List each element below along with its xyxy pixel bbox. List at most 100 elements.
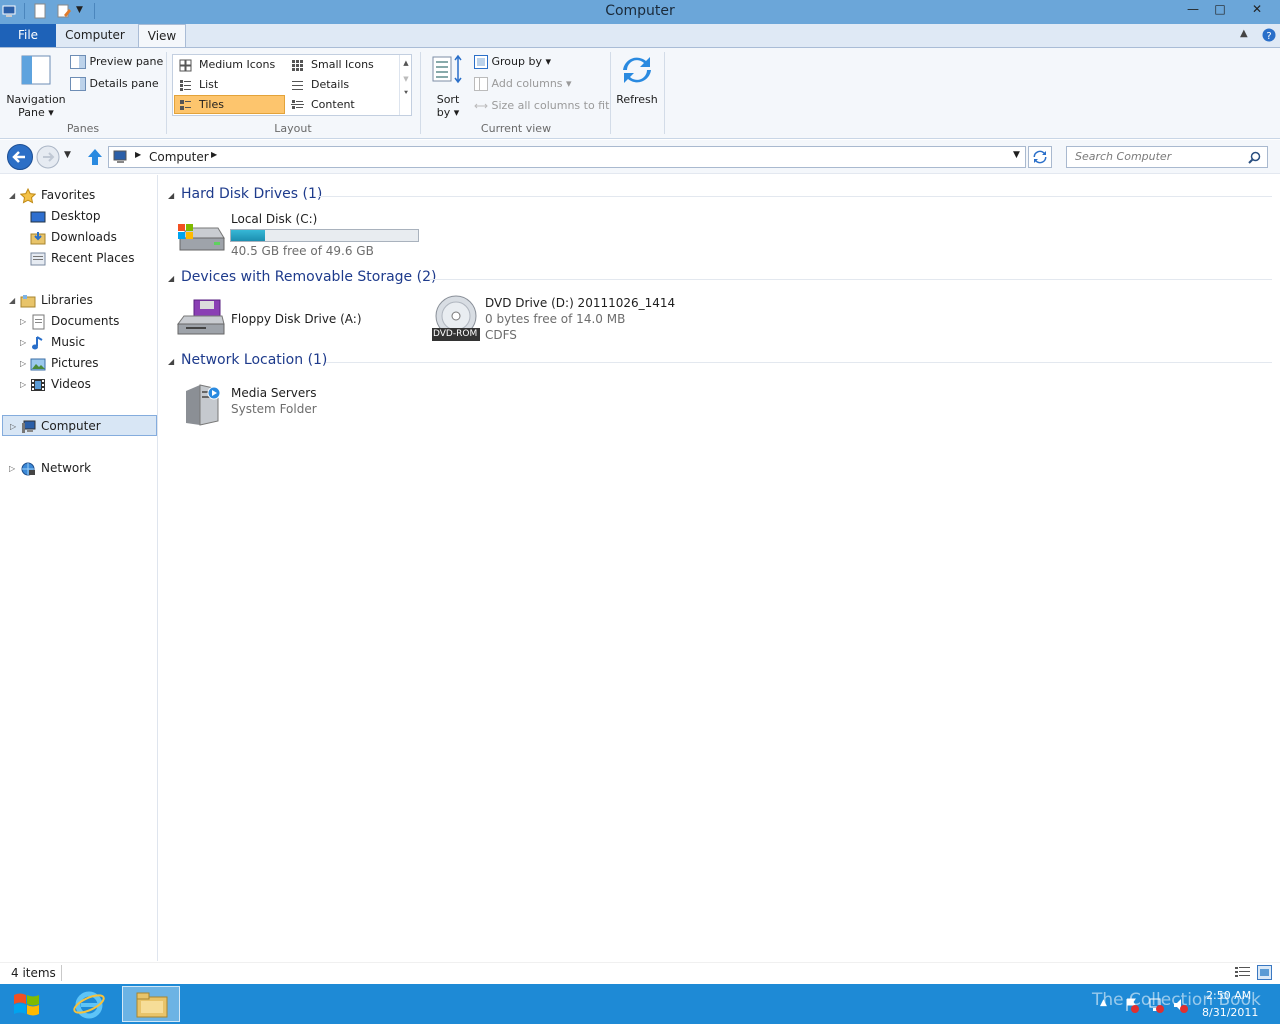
nav-pictures[interactable]: ▷ Pictures: [0, 353, 156, 374]
expand-arrow-icon[interactable]: ▷: [20, 374, 26, 395]
network-tray-icon[interactable]: [1148, 997, 1164, 1013]
nav-desktop[interactable]: Desktop: [0, 206, 156, 227]
drive-tile-floppy[interactable]: Floppy Disk Drive (A:): [176, 294, 426, 342]
group-header-label: Network Location (1): [181, 352, 328, 368]
folder-type: System Folder: [231, 402, 317, 416]
title-bar: ▼ Computer — □ ✕: [0, 0, 1280, 24]
nav-music[interactable]: ▷ Music: [0, 332, 156, 353]
layout-list[interactable]: List: [175, 76, 285, 95]
breadcrumb-chevron-icon[interactable]: ▶: [211, 150, 217, 159]
tab-file[interactable]: File: [0, 24, 56, 47]
address-refresh-button[interactable]: [1028, 146, 1052, 168]
tab-computer[interactable]: Computer: [60, 24, 130, 48]
layout-tiles[interactable]: Tiles: [174, 95, 285, 114]
up-arrow-icon[interactable]: [86, 147, 104, 167]
internet-explorer-icon[interactable]: [72, 988, 106, 1020]
scroll-up-icon[interactable]: ▲: [400, 59, 412, 67]
details-pane-icon: [70, 77, 86, 91]
drive-name: Local Disk (C:): [231, 212, 318, 226]
folder-tile-media-servers[interactable]: Media Servers System Folder: [176, 377, 426, 427]
dvd-rom-badge: DVD-ROM: [433, 329, 478, 339]
nav-documents[interactable]: ▷ Documents: [0, 311, 156, 332]
taskbar: The Collection Book ▲ 2:50 AM 8/31/2011: [0, 984, 1280, 1024]
item-count: 4 items: [11, 966, 56, 980]
details-view-icon[interactable]: [1235, 966, 1250, 979]
gallery-expand-icon[interactable]: ⯆: [400, 89, 412, 98]
volume-icon[interactable]: [1172, 997, 1188, 1013]
drive-tile-dvd[interactable]: DVD-ROM DVD Drive (D:) 20111026_1414 0 b…: [430, 294, 680, 342]
collapse-arrow-icon[interactable]: ◢: [9, 290, 15, 311]
nav-network[interactable]: ▷ Network: [0, 458, 156, 479]
nav-computer-label: Computer: [41, 419, 101, 433]
search-icon[interactable]: [1248, 151, 1261, 164]
collapse-group-icon[interactable]: ◢: [168, 357, 174, 366]
close-button[interactable]: ✕: [1234, 0, 1280, 20]
layout-content[interactable]: Content: [287, 96, 397, 115]
forward-button[interactable]: [36, 145, 60, 169]
breadcrumb-computer[interactable]: Computer: [149, 150, 209, 164]
nav-recent-places[interactable]: Recent Places: [0, 248, 156, 269]
expand-arrow-icon[interactable]: ▷: [20, 332, 26, 353]
clock-date[interactable]: 8/31/2011: [1202, 1006, 1258, 1019]
floppy-drive-icon: [177, 299, 225, 335]
action-center-icon[interactable]: [1124, 997, 1140, 1013]
layout-details[interactable]: Details: [287, 76, 397, 95]
show-hidden-icons-icon[interactable]: ▲: [1100, 998, 1107, 1008]
tab-view[interactable]: View: [138, 24, 186, 48]
svg-text:?: ?: [1266, 31, 1271, 42]
details-pane-button[interactable]: Details pane: [70, 77, 159, 91]
expand-arrow-icon[interactable]: ▷: [9, 458, 15, 479]
sort-label-2: by ▾: [436, 106, 460, 119]
minimize-button[interactable]: —: [1180, 0, 1206, 20]
add-columns-button[interactable]: Add columns ▾: [474, 77, 572, 91]
large-icons-view-icon[interactable]: [1257, 965, 1272, 980]
layout-medium-icons[interactable]: Medium Icons: [175, 56, 285, 75]
file-explorer-icon: [136, 992, 168, 1018]
group-header-network-location[interactable]: ◢ Network Location (1): [168, 352, 1272, 372]
drive-tile-local-disk[interactable]: Local Disk (C:) 40.5 GB free of 49.6 GB: [176, 210, 426, 260]
current-view-group-label: Current view: [480, 122, 552, 135]
group-header-removable-storage[interactable]: ◢ Devices with Removable Storage (2): [168, 269, 1272, 289]
refresh-button[interactable]: Refresh: [614, 54, 660, 118]
libraries-icon: [20, 295, 36, 308]
expand-arrow-icon[interactable]: ▷: [20, 311, 26, 332]
layout-small-icons[interactable]: Small Icons: [287, 56, 397, 75]
back-button[interactable]: [6, 143, 34, 171]
expand-arrow-icon[interactable]: ▷: [20, 353, 26, 374]
navigation-pane-button[interactable]: Navigation Pane ▾: [6, 54, 66, 119]
size-columns-button[interactable]: Size all columns to fit: [474, 99, 609, 113]
size-columns-label: Size all columns to fit: [491, 99, 610, 112]
sort-by-button[interactable]: Sort by ▾: [430, 54, 466, 119]
search-input[interactable]: Search Computer: [1066, 146, 1268, 168]
collapse-group-icon[interactable]: ◢: [168, 274, 174, 283]
layout-content-label: Content: [311, 98, 355, 111]
close-icon: ✕: [1251, 2, 1263, 16]
group-header-hard-disk-drives[interactable]: ◢ Hard Disk Drives (1): [168, 186, 1272, 206]
navigation-pane: ◢ Favorites Desktop Downloads Recent Pla…: [0, 175, 158, 961]
nav-downloads[interactable]: Downloads: [0, 227, 156, 248]
music-icon: [32, 336, 43, 350]
collapse-arrow-icon[interactable]: ◢: [9, 185, 15, 206]
maximize-button[interactable]: □: [1207, 0, 1233, 20]
group-header-label: Devices with Removable Storage (2): [181, 269, 437, 285]
clock-time[interactable]: 2:50 AM: [1206, 989, 1251, 1002]
nav-libraries[interactable]: ◢ Libraries: [0, 290, 156, 311]
preview-pane-button[interactable]: Preview pane: [70, 55, 163, 69]
recent-locations-icon[interactable]: ▼: [64, 150, 71, 160]
nav-computer[interactable]: ▷ Computer: [2, 415, 157, 436]
breadcrumb-chevron-icon[interactable]: ▶: [135, 150, 141, 159]
expand-arrow-icon[interactable]: ▷: [10, 416, 16, 437]
minimize-ribbon-icon[interactable]: ▲: [1240, 28, 1248, 39]
nav-videos[interactable]: ▷ Videos: [0, 374, 156, 395]
start-button[interactable]: [12, 991, 42, 1017]
group-by-button[interactable]: Group by ▾: [474, 55, 551, 69]
help-icon[interactable]: ?: [1262, 28, 1276, 42]
taskbar-explorer-button[interactable]: [122, 986, 180, 1022]
nav-favorites[interactable]: ◢ Favorites: [0, 185, 156, 206]
address-bar[interactable]: ▶ Computer ▶ ▼: [108, 146, 1026, 168]
scroll-down-icon[interactable]: ▼: [400, 75, 412, 83]
layout-scrollbar[interactable]: ▲ ▼ ⯆: [399, 55, 412, 115]
ribbon-separator: [664, 52, 665, 134]
collapse-group-icon[interactable]: ◢: [168, 191, 174, 200]
address-dropdown-icon[interactable]: ▼: [1013, 150, 1020, 160]
